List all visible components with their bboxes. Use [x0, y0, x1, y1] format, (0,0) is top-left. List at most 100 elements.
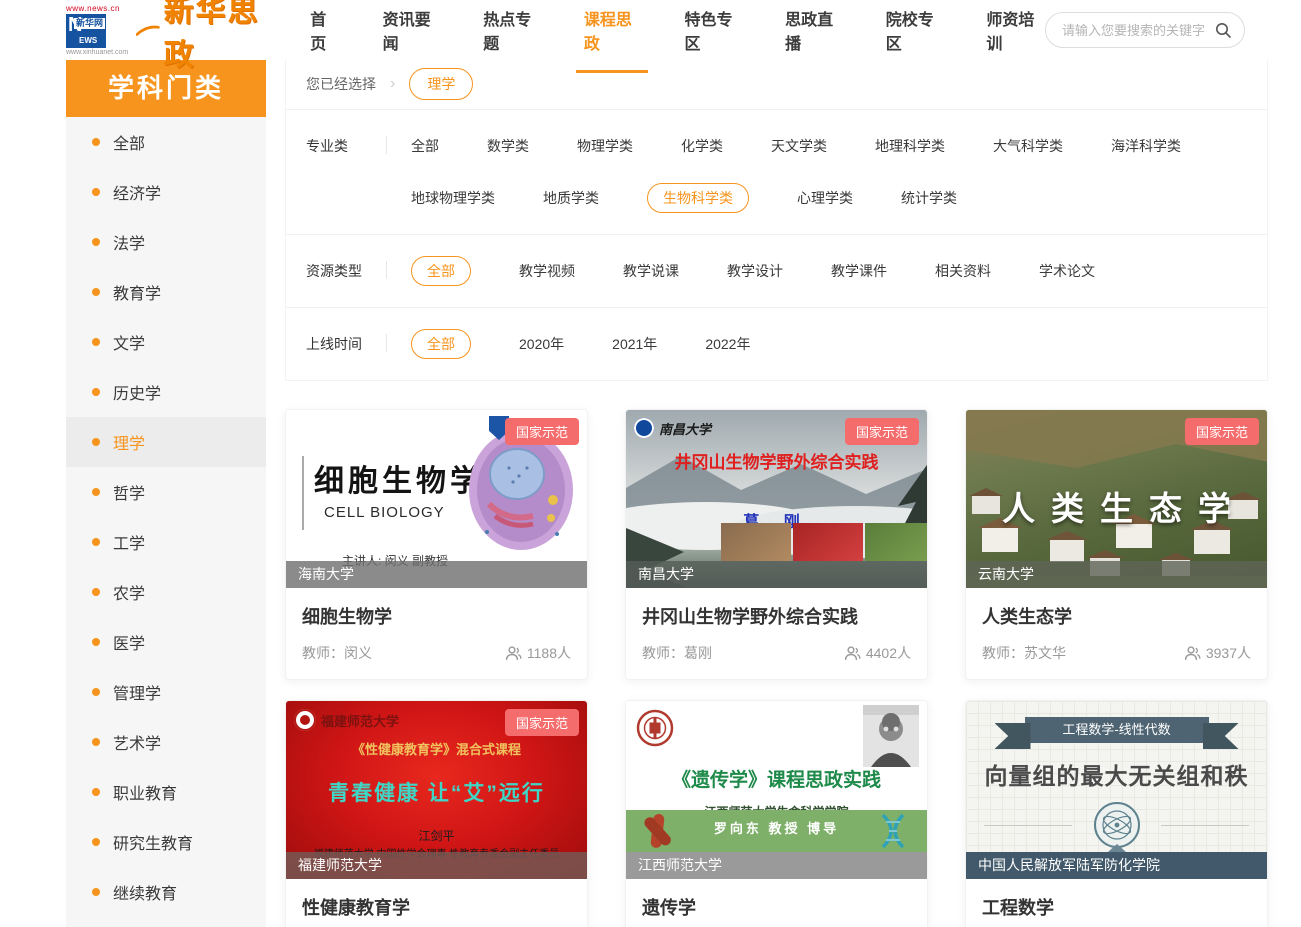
course-card[interactable]: 南昌大学 井冈山生物学野外综合实践 葛 刚 国家示范 南昌大学 井冈山生物学野外… — [625, 409, 928, 680]
course-thumb-area[interactable]: 工程数学-线性代数 向量组的最大无关组和秩 中国人民解放军陆军防化学院 — [966, 701, 1267, 879]
course-thumb-area[interactable]: 福建师范大学 《性健康教育学》混合式课程 青春健康 让“艾”远行 江剑平 福建师… — [286, 701, 587, 879]
filter-option[interactable]: 2022年 — [705, 329, 750, 359]
search-icon[interactable] — [1214, 21, 1232, 39]
filter-option[interactable]: 全部 — [411, 131, 439, 161]
nav-item[interactable]: 思政直播 — [783, 0, 844, 73]
sidebar-category-item[interactable]: 理学 — [66, 417, 266, 467]
filter-option[interactable]: 化学类 — [681, 131, 723, 161]
sidebar-category-item[interactable]: 文学 — [66, 317, 266, 367]
course-teacher: 教师：葛刚 — [642, 643, 712, 663]
course-card[interactable]: 《遗传学》课程思政实践 江西师范大学生命科学学院 罗向东 教授 博导 江西师 — [625, 700, 928, 927]
sidebar-category-item[interactable]: 医学 — [66, 617, 266, 667]
course-thumb-area[interactable]: 《遗传学》课程思政实践 江西师范大学生命科学学院 罗向东 教授 博导 江西师 — [626, 701, 927, 879]
sidebar-category-item[interactable]: 研究生教育 — [66, 817, 266, 867]
course-title[interactable]: 细胞生物学 — [302, 603, 571, 629]
filter-option[interactable]: 统计学类 — [901, 183, 957, 213]
student-count: 1188人 — [505, 643, 571, 663]
filter-option[interactable]: 教学设计 — [727, 256, 783, 286]
filter-row: 上线时间 全部 2020年 2021年 2022年 — [286, 307, 1267, 380]
course-card[interactable]: 人类生态学 国家示范 云南大学 人类生态学 教师：苏文华 — [965, 409, 1268, 680]
sidebar-category-item[interactable]: 管理学 — [66, 667, 266, 717]
sidebar-category-item[interactable]: 工学 — [66, 517, 266, 567]
filter-option[interactable]: 海洋科学类 — [1111, 131, 1181, 161]
filter-option[interactable]: 大气科学类 — [993, 131, 1063, 161]
course-card[interactable]: 工程数学-线性代数 向量组的最大无关组和秩 中国人民解放军陆军防化学院 工程数学… — [965, 700, 1268, 927]
swoosh-icon — [136, 23, 159, 37]
bullet-dot-icon — [92, 138, 100, 146]
sidebar-category-item[interactable]: 艺术学 — [66, 717, 266, 767]
nav-item[interactable]: 资讯要闻 — [381, 0, 442, 73]
nav-item[interactable]: 特色专区 — [682, 0, 743, 73]
nav-item[interactable]: 院校专区 — [884, 0, 945, 73]
filter-option[interactable]: 2020年 — [519, 329, 564, 359]
course-title[interactable]: 工程数学 — [982, 894, 1251, 920]
news-logo-icon: N EWS 新华网 — [66, 14, 106, 48]
nav-item[interactable]: 师资培训 — [984, 0, 1045, 73]
sidebar-category-item[interactable]: 经济学 — [66, 167, 266, 217]
thumb-title: 《遗传学》课程思政实践 — [626, 765, 927, 792]
course-title[interactable]: 井冈山生物学野外综合实践 — [642, 603, 911, 629]
filter-option[interactable]: 相关资料 — [935, 256, 991, 286]
sidebar-category-item[interactable]: 继续教育 — [66, 867, 266, 917]
nav-item[interactable]: 课程思政 — [582, 0, 643, 73]
course-info: 井冈山生物学野外综合实践 教师：葛刚 4402人 — [626, 588, 927, 679]
thumb-title: 细胞生物学 — [314, 456, 484, 500]
search-input[interactable] — [1062, 23, 1214, 38]
course-grid: 细胞生物学 CELL BIOLOGY 主讲人: 闵义 副教授 国家示范 海南大学… — [285, 409, 1268, 927]
filter-option[interactable]: 教学说课 — [623, 256, 679, 286]
filter-option[interactable]: 学术论文 — [1039, 256, 1095, 286]
course-title[interactable]: 遗传学 — [642, 894, 911, 920]
person-icon — [505, 645, 522, 661]
search-box[interactable] — [1045, 12, 1245, 48]
course-thumb-area[interactable]: 细胞生物学 CELL BIOLOGY 主讲人: 闵义 副教授 国家示范 海南大学 — [286, 410, 587, 588]
filter-option[interactable]: 全部 — [411, 256, 471, 286]
sidebar-category-item[interactable]: 农学 — [66, 567, 266, 617]
chevron-right-icon: › — [390, 75, 395, 93]
sidebar-category-item[interactable]: 法学 — [66, 217, 266, 267]
filter-option[interactable]: 生物科学类 — [647, 183, 749, 213]
sidebar-category-item[interactable]: 哲学 — [66, 467, 266, 517]
university-bar: 南昌大学 — [626, 561, 927, 588]
bullet-dot-icon — [92, 888, 100, 896]
course-title[interactable]: 性健康教育学 — [302, 894, 571, 920]
filter-row: 资源类型 全部教学视频教学说课教学设计教学课件相关资料学术论文 — [286, 234, 1267, 307]
filter-option[interactable]: 2021年 — [612, 329, 657, 359]
filter-option[interactable]: 教学课件 — [831, 256, 887, 286]
sidebar-category-item[interactable]: 职业教育 — [66, 767, 266, 817]
main-content: 您已经选择 › 理学 专业类 全部数学类物理学类化学类天文学类地理科学类大气科学… — [285, 58, 1268, 927]
filter-options: 全部 2020年 2021年 2022年 — [411, 329, 750, 359]
university-logo: 南昌大学 — [634, 418, 711, 438]
sidebar-category-item[interactable]: 历史学 — [66, 367, 266, 417]
course-card[interactable]: 细胞生物学 CELL BIOLOGY 主讲人: 闵义 副教授 国家示范 海南大学… — [285, 409, 588, 680]
sidebar-category-item[interactable]: 全部 — [66, 117, 266, 167]
filter-option[interactable]: 全部 — [411, 329, 471, 359]
filter-row-label: 上线时间 — [306, 329, 366, 359]
bullet-dot-icon — [92, 738, 100, 746]
filter-row-label: 专业类 — [306, 131, 366, 161]
filter-option[interactable]: 地质学类 — [543, 183, 599, 213]
logo-url-bottom: www.xinhuanet.com — [66, 49, 128, 56]
course-card[interactable]: 福建师范大学 《性健康教育学》混合式课程 青春健康 让“艾”远行 江剑平 福建师… — [285, 700, 588, 927]
filter-options: 全部 教学视频 教学说课 教学设计 教学课件 相关资料 学术论文 — [411, 256, 1095, 286]
filter-option[interactable]: 地理科学类 — [875, 131, 945, 161]
student-count: 4402人 — [844, 643, 911, 663]
bullet-dot-icon — [92, 488, 100, 496]
filter-option[interactable]: 数学类 — [487, 131, 529, 161]
filter-option[interactable]: 天文学类 — [771, 131, 827, 161]
bullet-dot-icon — [92, 788, 100, 796]
site-logo[interactable]: www.news.cn N EWS 新华网 www.xinhuanet.com … — [66, 0, 278, 74]
nav-item[interactable]: 热点专题 — [481, 0, 542, 73]
nav-item[interactable]: 首页 — [308, 0, 340, 73]
notch-decoration — [1108, 844, 1126, 852]
bullet-dot-icon — [92, 388, 100, 396]
filter-option[interactable]: 教学视频 — [519, 256, 575, 286]
filter-option[interactable]: 地球物理学类 — [411, 183, 495, 213]
filter-option[interactable]: 心理学类 — [797, 183, 853, 213]
course-thumb-area[interactable]: 南昌大学 井冈山生物学野外综合实践 葛 刚 国家示范 南昌大学 — [626, 410, 927, 588]
bullet-dot-icon — [92, 638, 100, 646]
thumb-subtitle: CELL BIOLOGY — [324, 504, 445, 521]
course-title[interactable]: 人类生态学 — [982, 603, 1251, 629]
sidebar-category-item[interactable]: 教育学 — [66, 267, 266, 317]
filter-option[interactable]: 物理学类 — [577, 131, 633, 161]
course-thumb-area[interactable]: 人类生态学 国家示范 云南大学 — [966, 410, 1267, 588]
